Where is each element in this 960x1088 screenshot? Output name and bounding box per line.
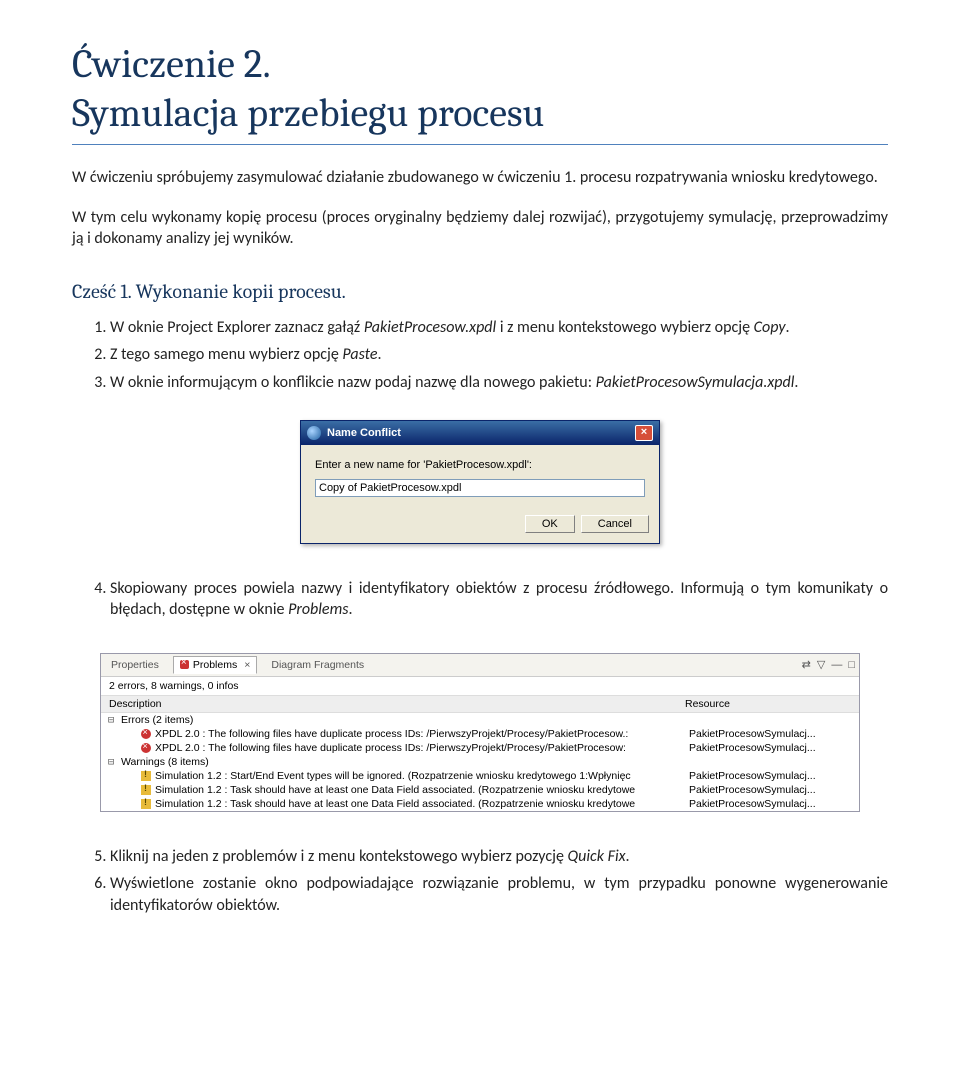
warning-icon [141, 771, 151, 781]
warning-2-text: Simulation 1.2 : Task should have at lea… [155, 784, 681, 796]
step-1-text-b: i z menu kontekstowego wybierz opcję [496, 318, 753, 337]
maximize-icon[interactable]: □ [848, 659, 855, 671]
section-heading: Cześć 1. Wykonanie kopii procesu. [72, 280, 888, 303]
filename-input[interactable] [315, 479, 645, 497]
intro-para-2: W tym celu wykonamy kopię procesu (proce… [72, 207, 888, 250]
error-icon [141, 729, 151, 739]
warning-3-text: Simulation 1.2 : Task should have at lea… [155, 798, 681, 810]
close-tab-icon[interactable]: × [244, 659, 250, 671]
step-1-text-c: . [786, 318, 790, 337]
collapse-icon[interactable]: ⊟ [105, 714, 117, 726]
error-1-resource: PakietProcesowSymulacj... [685, 728, 855, 740]
step-1-menu-copy: Copy [754, 318, 786, 337]
step-3-filename: PakietProcesowSymulacja.xpdl [596, 373, 795, 392]
step-4-problems-word: Problems [288, 600, 348, 619]
globe-icon [307, 426, 321, 440]
filter-icon[interactable]: ⇄ [802, 658, 811, 671]
warning-1-resource: PakietProcesowSymulacj... [685, 770, 855, 782]
step-2-text-b: . [377, 345, 381, 364]
page-title-line1: Ćwiczenie 2. [72, 40, 888, 88]
dialog-prompt: Enter a new name for 'PakietProcesow.xpd… [315, 459, 645, 471]
tab-diagram-fragments[interactable]: Diagram Fragments [265, 657, 370, 673]
warning-row-3[interactable]: Simulation 1.2 : Task should have at lea… [101, 797, 859, 811]
cancel-button[interactable]: Cancel [581, 515, 649, 533]
page-title-line2: Symulacja przebiegu procesu [72, 90, 888, 145]
step-1-text-a: W oknie Project Explorer zaznacz gałąź [110, 318, 364, 337]
error-2-resource: PakietProcesowSymulacj... [685, 742, 855, 754]
problems-summary: 2 errors, 8 warnings, 0 infos [101, 677, 859, 696]
errors-group-label: Errors (2 items) [121, 714, 193, 726]
close-icon[interactable]: × [635, 425, 653, 441]
tab-problems[interactable]: Problems × [173, 656, 258, 674]
warning-row-2[interactable]: Simulation 1.2 : Task should have at lea… [101, 783, 859, 797]
minimize-icon[interactable]: — [831, 659, 842, 671]
tab-properties[interactable]: Properties [105, 657, 165, 673]
step-4-text-a: Skopiowany proces powiela nazwy i identy… [110, 579, 888, 620]
view-menu-icon[interactable]: ▽ [817, 658, 825, 671]
error-icon [141, 743, 151, 753]
ok-button[interactable]: OK [525, 515, 575, 533]
warning-icon [141, 785, 151, 795]
step-5-text-b: . [626, 847, 630, 866]
warning-row-1[interactable]: Simulation 1.2 : Start/End Event types w… [101, 769, 859, 783]
problems-panel: Properties Problems × Diagram Fragments … [100, 653, 860, 812]
error-icon [180, 660, 189, 669]
dialog-title-text: Name Conflict [327, 427, 401, 439]
errors-group[interactable]: ⊟ Errors (2 items) [101, 713, 859, 727]
col-description[interactable]: Description [109, 698, 681, 710]
error-row-2[interactable]: XPDL 2.0 : The following files have dupl… [101, 741, 859, 755]
step-1: W oknie Project Explorer zaznacz gałąź P… [110, 317, 888, 339]
warning-1-text: Simulation 1.2 : Start/End Event types w… [155, 770, 681, 782]
error-2-text: XPDL 2.0 : The following files have dupl… [155, 742, 681, 754]
error-1-text: XPDL 2.0 : The following files have dupl… [155, 728, 681, 740]
step-6: Wyświetlone zostanie okno podpowiadające… [110, 873, 888, 916]
step-1-filename: PakietProcesow.xpdl [364, 318, 496, 337]
columns-header: Description Resource [101, 696, 859, 713]
step-5: Kliknij na jeden z problemów i z menu ko… [110, 846, 888, 868]
dialog-titlebar: Name Conflict × [301, 421, 659, 445]
step-3: W oknie informującym o konflikcie nazw p… [110, 372, 888, 394]
step-5-text-a: Kliknij na jeden z problemów i z menu ko… [110, 847, 568, 866]
warning-3-resource: PakietProcesowSymulacj... [685, 798, 855, 810]
collapse-icon[interactable]: ⊟ [105, 756, 117, 768]
warnings-group[interactable]: ⊟ Warnings (8 items) [101, 755, 859, 769]
intro-para-1: W ćwiczeniu spróbujemy zasymulować dział… [72, 167, 888, 189]
panel-tabs: Properties Problems × Diagram Fragments … [101, 654, 859, 677]
warnings-group-label: Warnings (8 items) [121, 756, 209, 768]
error-row-1[interactable]: XPDL 2.0 : The following files have dupl… [101, 727, 859, 741]
step-5-quickfix: Quick Fix [568, 847, 626, 866]
step-2-menu-paste: Paste [342, 345, 377, 364]
step-3-text-b: . [794, 373, 798, 392]
name-conflict-dialog: Name Conflict × Enter a new name for 'Pa… [300, 420, 660, 544]
step-2: Z tego samego menu wybierz opcję Paste. [110, 344, 888, 366]
step-3-text-a: W oknie informującym o konflikcie nazw p… [110, 373, 596, 392]
step-2-text-a: Z tego samego menu wybierz opcję [110, 345, 342, 364]
warning-2-resource: PakietProcesowSymulacj... [685, 784, 855, 796]
step-4-text-b: . [348, 600, 352, 619]
tab-problems-label: Problems [193, 659, 237, 671]
step-4: Skopiowany proces powiela nazwy i identy… [110, 578, 888, 621]
col-resource[interactable]: Resource [681, 698, 851, 710]
warning-icon [141, 799, 151, 809]
